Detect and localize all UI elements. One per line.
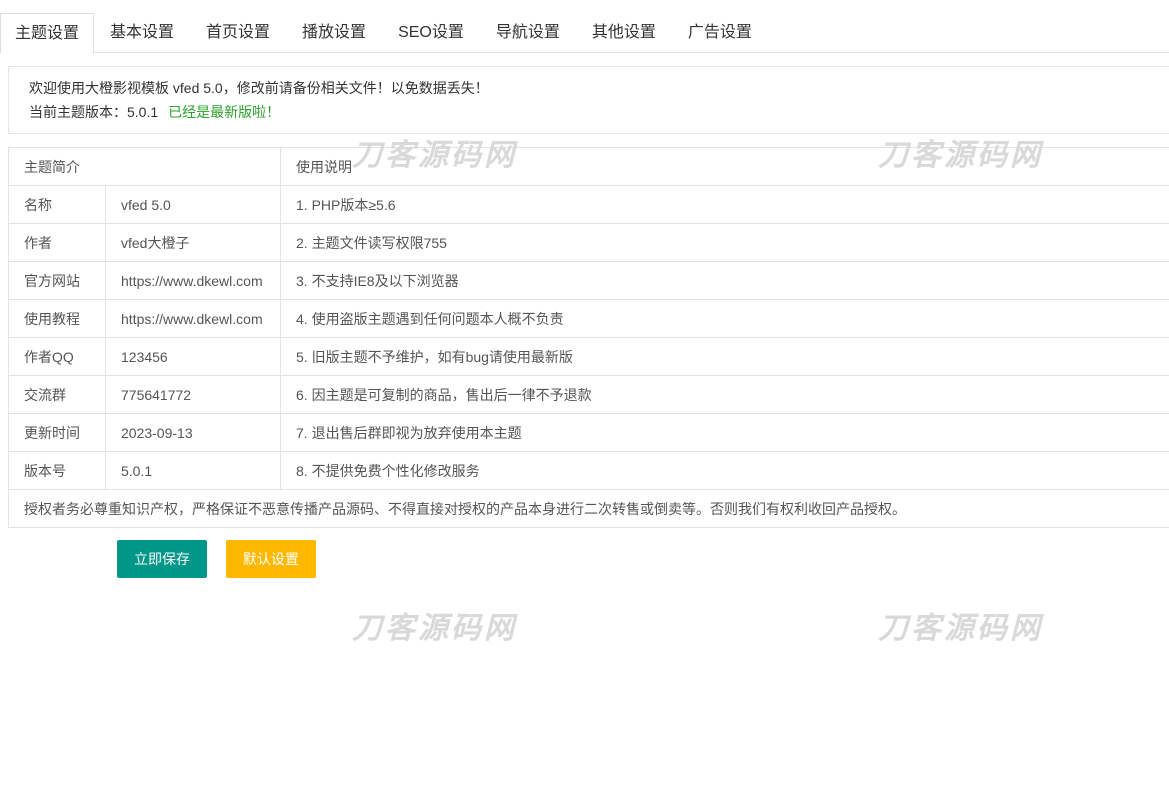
tab-2[interactable]: 基本设置 [94, 13, 190, 53]
table-row: 作者QQ1234565. 旧版主题不予维护，如有bug请使用最新版 [9, 338, 1169, 376]
save-button[interactable]: 立即保存 [117, 540, 207, 578]
tab-4[interactable]: 播放设置 [286, 13, 382, 53]
row-value-cell: 2023-09-13 [106, 414, 281, 452]
default-settings-button[interactable]: 默认设置 [226, 540, 316, 578]
tab-1[interactable]: 主题设置 [0, 13, 94, 53]
watermark-text: 刀客源码网 [352, 603, 517, 647]
row-note-cell: 8. 不提供免费个性化修改服务 [281, 452, 1169, 490]
row-value-cell: 123456 [106, 338, 281, 376]
license-notice-cell: 授权者务必尊重知识产权，严格保证不恶意传播产品源码、不得直接对授权的产品本身进行… [9, 490, 1169, 528]
welcome-notice-line2: 当前主题版本：5.0.1 已经是最新版啦！ [29, 100, 1169, 124]
tab-bar: 主题设置基本设置首页设置播放设置SEO设置导航设置其他设置广告设置 [0, 0, 1169, 53]
row-label-cell: 名称 [9, 186, 106, 224]
row-label-cell: 交流群 [9, 376, 106, 414]
tab-5[interactable]: SEO设置 [382, 13, 480, 53]
row-value-cell: https://www.dkewl.com [106, 300, 281, 338]
table-row: 交流群7756417726. 因主题是可复制的商品，售出后一律不予退款 [9, 376, 1169, 414]
row-note-cell: 7. 退出售后群即视为放弃使用本主题 [281, 414, 1169, 452]
table-row: 更新时间2023-09-137. 退出售后群即视为放弃使用本主题 [9, 414, 1169, 452]
row-note-cell: 3. 不支持IE8及以下浏览器 [281, 262, 1169, 300]
theme-info-table-body: 主题简介 使用说明 名称vfed 5.01. PHP版本≥5.6作者vfed大橙… [9, 148, 1169, 528]
row-label-cell: 版本号 [9, 452, 106, 490]
row-label-cell: 更新时间 [9, 414, 106, 452]
watermark-text: 刀客源码网 [878, 603, 1043, 647]
tab-3[interactable]: 首页设置 [190, 13, 286, 53]
table-row: 名称vfed 5.01. PHP版本≥5.6 [9, 186, 1169, 224]
table-footer-row: 授权者务必尊重知识产权，严格保证不恶意传播产品源码、不得直接对授权的产品本身进行… [9, 490, 1169, 528]
row-label-cell: 官方网站 [9, 262, 106, 300]
welcome-notice-line1: 欢迎使用大橙影视模板 vfed 5.0，修改前请备份相关文件！以免数据丢失！ [29, 76, 1169, 100]
current-version-text: 当前主题版本：5.0.1 [29, 104, 158, 120]
row-value-cell: https://www.dkewl.com [106, 262, 281, 300]
row-note-cell: 4. 使用盗版主题遇到任何问题本人概不负责 [281, 300, 1169, 338]
row-label-cell: 作者QQ [9, 338, 106, 376]
table-row: 使用教程https://www.dkewl.com4. 使用盗版主题遇到任何问题… [9, 300, 1169, 338]
row-note-cell: 1. PHP版本≥5.6 [281, 186, 1169, 224]
row-note-cell: 6. 因主题是可复制的商品，售出后一律不予退款 [281, 376, 1169, 414]
tab-7[interactable]: 其他设置 [576, 13, 672, 53]
row-value-cell: 5.0.1 [106, 452, 281, 490]
row-note-cell: 5. 旧版主题不予维护，如有bug请使用最新版 [281, 338, 1169, 376]
theme-info-table: 主题简介 使用说明 名称vfed 5.01. PHP版本≥5.6作者vfed大橙… [8, 147, 1169, 528]
table-row: 版本号5.0.18. 不提供免费个性化修改服务 [9, 452, 1169, 490]
usage-header-cell: 使用说明 [281, 148, 1169, 186]
row-value-cell: 775641772 [106, 376, 281, 414]
latest-version-badge: 已经是最新版啦！ [168, 104, 280, 120]
table-header-row: 主题简介 使用说明 [9, 148, 1169, 186]
row-label-cell: 作者 [9, 224, 106, 262]
welcome-notice: 欢迎使用大橙影视模板 vfed 5.0，修改前请备份相关文件！以免数据丢失！ 当… [8, 66, 1169, 134]
row-label-cell: 使用教程 [9, 300, 106, 338]
table-row: 官方网站https://www.dkewl.com3. 不支持IE8及以下浏览器 [9, 262, 1169, 300]
row-note-cell: 2. 主题文件读写权限755 [281, 224, 1169, 262]
page: { "tabs": [ { "label": "主题设置", "active":… [0, 0, 1169, 805]
row-value-cell: vfed 5.0 [106, 186, 281, 224]
intro-header-cell: 主题简介 [9, 148, 281, 186]
settings-panel: 欢迎使用大橙影视模板 vfed 5.0，修改前请备份相关文件！以免数据丢失！ 当… [8, 66, 1169, 578]
tab-8[interactable]: 广告设置 [672, 13, 768, 53]
table-row: 作者vfed大橙子2. 主题文件读写权限755 [9, 224, 1169, 262]
tab-6[interactable]: 导航设置 [480, 13, 576, 53]
action-buttons: 立即保存 默认设置 [117, 540, 1169, 578]
row-value-cell: vfed大橙子 [106, 224, 281, 262]
